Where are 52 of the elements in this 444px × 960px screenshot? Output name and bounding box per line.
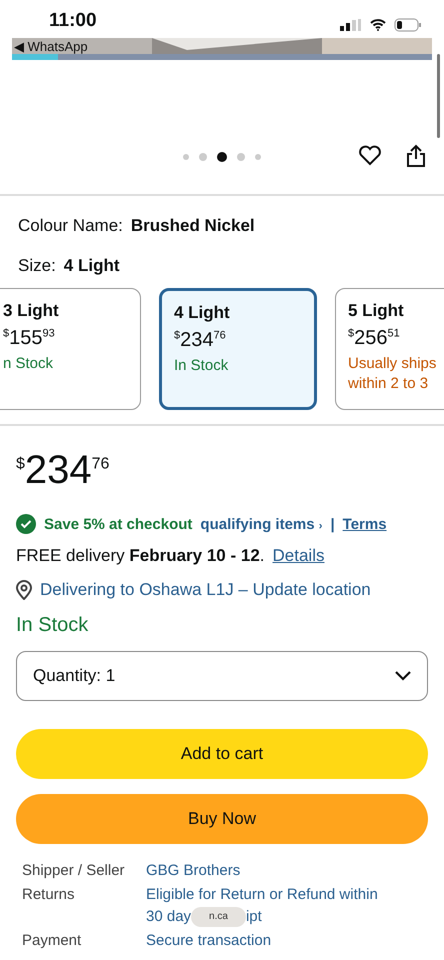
- option-price: $^{$}$234$^{76}$: [174, 329, 227, 352]
- terms-link[interactable]: Terms: [342, 516, 387, 532]
- option-price: $^{$}$256$^{51}$: [348, 327, 401, 350]
- detail-label: Shipper / Seller: [22, 861, 126, 881]
- carousel-dot[interactable]: [237, 153, 245, 161]
- check-icon: [16, 514, 36, 534]
- option-availability: Usually ships within 2 to 3: [348, 354, 438, 394]
- status-time: 11:00: [49, 10, 97, 32]
- buy-now-button[interactable]: Buy Now: [16, 794, 428, 844]
- option-availability: In Stock: [174, 356, 230, 376]
- location-pin-icon: [16, 580, 32, 600]
- detail-value: Secure transaction: [146, 931, 272, 951]
- detail-value: ipt: [246, 908, 262, 925]
- wifi-icon: [370, 19, 386, 31]
- back-link[interactable]: ◀ WhatsApp: [14, 39, 88, 54]
- detail-value: 30 day: [146, 908, 192, 925]
- separator: |: [330, 516, 335, 532]
- battery-icon: [394, 18, 422, 32]
- carousel-dot[interactable]: [255, 154, 261, 160]
- location-link[interactable]: Delivering to Oshawa L1J – Update location: [40, 580, 371, 600]
- option-name: 4 Light: [174, 303, 231, 323]
- option-name: 3 Light: [3, 301, 60, 321]
- size-label: Size:: [18, 256, 56, 276]
- colour-value: Brushed Nickel: [130, 216, 255, 236]
- carousel-dot[interactable]: [199, 153, 207, 161]
- detail-value: Eligible for Return or Refund within: [146, 886, 378, 903]
- stock-status: In Stock: [15, 614, 90, 637]
- qualifying-link[interactable]: qualifying items ›: [200, 516, 322, 532]
- carousel-dot[interactable]: [183, 154, 189, 160]
- promo-text: Save 5% at checkout: [44, 516, 192, 532]
- price: $^{$}$234$^{76}$: [15, 447, 110, 494]
- details-link[interactable]: Details: [272, 546, 324, 566]
- option-price: $^{$}$155$^{93}$: [3, 327, 56, 350]
- option-name: 5 Light: [348, 301, 405, 321]
- option-availability: n Stock: [3, 354, 54, 374]
- heart-icon[interactable]: [358, 144, 382, 166]
- size-value: 4 Light: [64, 256, 120, 276]
- quantity-select[interactable]: Quantity: 1: [16, 651, 428, 701]
- size-option[interactable]: 4 Light $^{$}$234$^{76}$ In Stock: [159, 288, 317, 410]
- detail-label: Payment: [22, 931, 82, 951]
- size-option[interactable]: 5 Light $^{$}$256$^{51}$ Usually ships within 2 to 3: [335, 288, 444, 410]
- share-icon[interactable]: [406, 144, 426, 168]
- size-option[interactable]: 3 Light $^{$}$155$^{93}$ n Stock: [0, 288, 141, 410]
- chevron-down-icon: [395, 671, 411, 681]
- detail-value: GBG Brothers: [146, 861, 242, 881]
- carousel-dot[interactable]: [217, 152, 227, 162]
- detail-label: Returns: [22, 885, 76, 905]
- add-to-cart-button[interactable]: Add to cart: [16, 729, 428, 779]
- address-pill[interactable]: n.ca: [191, 907, 246, 928]
- signal-icon: [340, 19, 362, 31]
- delivery-text: FREE delivery February 10 - 12.: [16, 546, 265, 566]
- colour-label: Colour Name:: [18, 216, 123, 236]
